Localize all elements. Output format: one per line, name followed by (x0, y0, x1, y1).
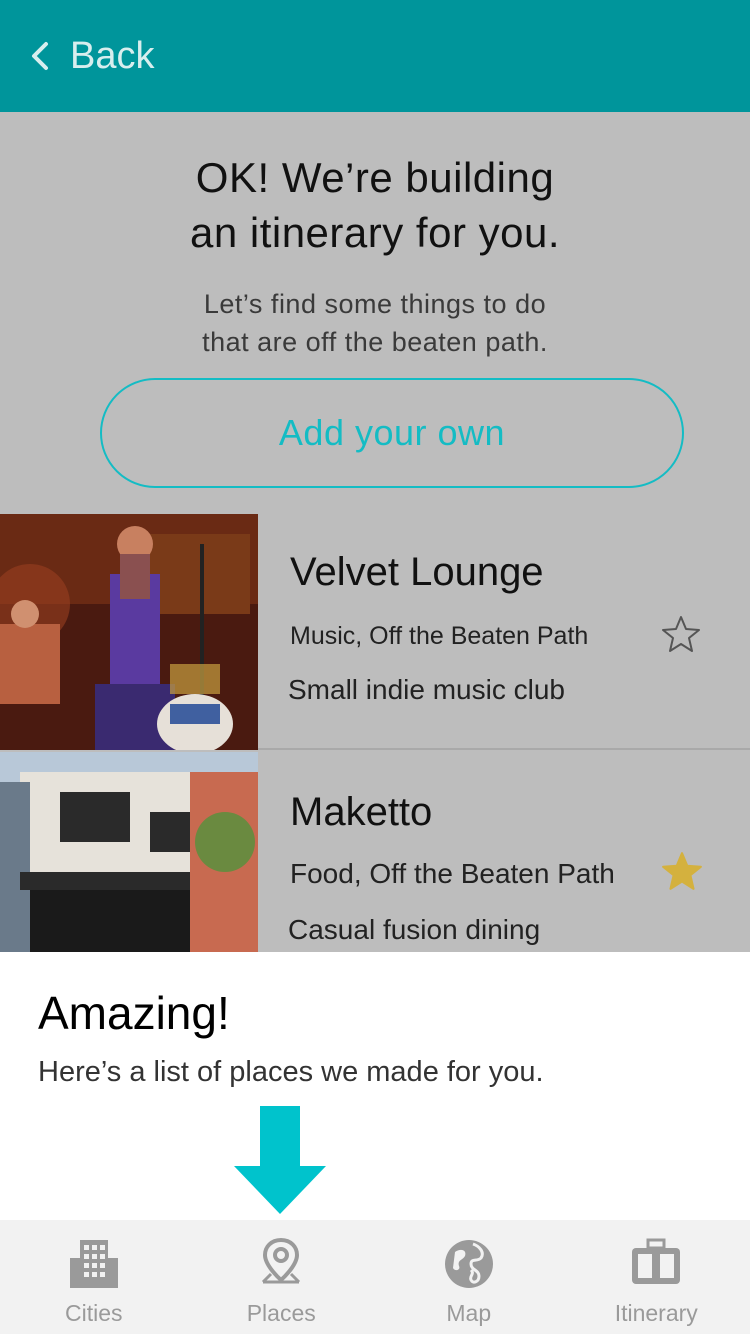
coach-mark-subtitle: Here’s a list of places we made for you. (38, 1056, 544, 1088)
tab-map[interactable]: Map (375, 1220, 563, 1334)
place-description: Small indie music club (288, 674, 565, 705)
tab-label: Itinerary (614, 1300, 698, 1326)
back-label: Back (70, 34, 155, 77)
tab-label: Places (246, 1300, 316, 1326)
intro-title-line2: an itinerary for you. (189, 209, 560, 256)
intro-subtitle-line1: Let’s find some things to do (203, 289, 547, 319)
intro-subtitle: Let’s find some things to do that are of… (0, 285, 750, 361)
place-name: Maketto (290, 790, 433, 834)
buildings-icon (69, 1240, 118, 1288)
tab-label: Map (446, 1300, 492, 1326)
place-photo (0, 514, 258, 750)
place-photo (0, 752, 258, 952)
intro-title-line1: OK! We’re building (195, 154, 555, 201)
add-your-own-button[interactable]: Add your own (100, 378, 684, 488)
tab-bar: Cities Places Map Itinerary (0, 1220, 750, 1334)
tab-label: Cities (64, 1300, 123, 1326)
map-pin-icon (262, 1237, 301, 1284)
place-card-maketto[interactable]: Maketto Food, Off the Beaten Path Casual… (0, 752, 750, 952)
tab-itinerary[interactable]: Itinerary (563, 1220, 750, 1334)
intro-subtitle-line2: that are off the beaten path. (202, 327, 548, 357)
concert-photo (0, 514, 258, 750)
place-description: Casual fusion dining (288, 914, 541, 945)
tab-places[interactable]: Places (188, 1220, 376, 1334)
place-categories: Music, Off the Beaten Path (290, 622, 589, 650)
top-bar: Back (0, 0, 750, 112)
globe-icon (444, 1240, 493, 1288)
coach-mark-title: Amazing! (38, 987, 230, 1039)
back-button[interactable]: Back (30, 35, 154, 78)
star-outline-icon[interactable] (660, 614, 702, 654)
intro-title: OK! We’re building an itinerary for you. (0, 150, 750, 260)
place-categories: Food, Off the Beaten Path (290, 858, 615, 889)
suitcase-icon (632, 1238, 681, 1284)
chevron-left-icon (32, 42, 48, 70)
tab-cities[interactable]: Cities (0, 1220, 188, 1334)
building-photo (0, 752, 258, 952)
place-name: Velvet Lounge (290, 550, 544, 594)
coach-mark-panel: Amazing! Here’s a list of places we made… (0, 952, 750, 1220)
place-card-velvet-lounge[interactable]: Velvet Lounge Music, Off the Beaten Path… (0, 514, 750, 750)
arrow-down-icon (234, 1106, 326, 1214)
star-filled-icon[interactable] (660, 850, 704, 892)
